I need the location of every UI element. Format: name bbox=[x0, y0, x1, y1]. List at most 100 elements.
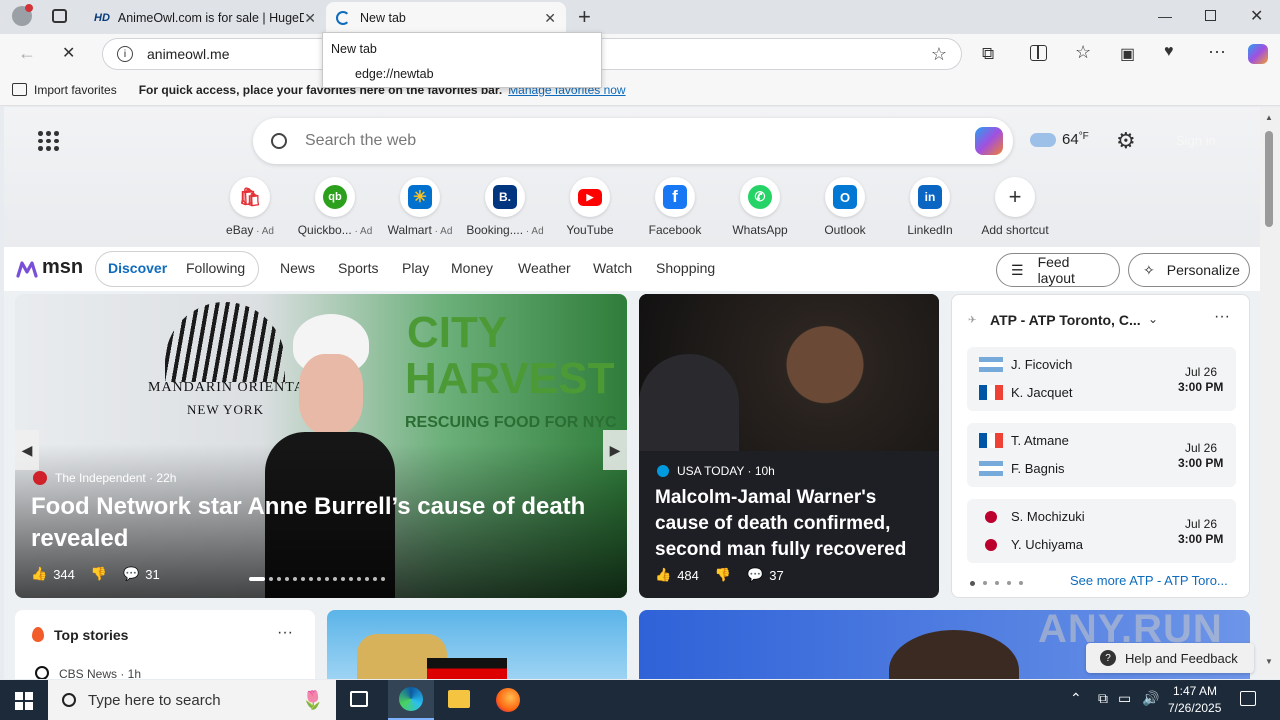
extensions-icon[interactable]: ⧉ bbox=[982, 44, 994, 64]
nav-sports[interactable]: Sports bbox=[338, 260, 378, 276]
taskbar-search-box[interactable]: Type here to search 🌷 bbox=[48, 680, 336, 720]
tournament-title[interactable]: ATP - ATP Toronto, C... bbox=[990, 312, 1141, 328]
tab-discover[interactable]: Discover bbox=[108, 260, 167, 276]
shortcut-outlook[interactable]: O Outlook bbox=[805, 177, 885, 237]
nav-play[interactable]: Play bbox=[402, 260, 429, 276]
shortcut-ebay[interactable]: 🛍 eBay · Ad bbox=[210, 177, 290, 237]
msn-brand[interactable]: msn bbox=[42, 256, 83, 279]
show-hidden-icons-chevron-icon[interactable]: ⌃ bbox=[1070, 690, 1082, 707]
taskbar-time[interactable]: 1:47 AM bbox=[1173, 684, 1217, 698]
sign-in-button[interactable]: Sign in bbox=[1176, 133, 1216, 148]
scroll-down-arrow[interactable]: ▼ bbox=[1265, 657, 1273, 666]
match-row[interactable]: T. Atmane F. Bagnis Jul 26 3:00 PM bbox=[967, 423, 1236, 487]
more-options-icon[interactable]: ··· bbox=[1214, 308, 1230, 326]
see-more-link[interactable]: See more ATP - ATP Toro... bbox=[1070, 573, 1228, 588]
address-text[interactable]: animeowl.me bbox=[147, 46, 229, 62]
copilot-search-icon[interactable] bbox=[975, 127, 1003, 155]
comment-icon[interactable]: 💬 bbox=[123, 566, 139, 582]
copilot-icon[interactable] bbox=[1248, 44, 1268, 64]
like-icon[interactable]: 👍 bbox=[31, 566, 47, 582]
shortcut-facebook[interactable]: f Facebook bbox=[635, 177, 715, 237]
nav-watch[interactable]: Watch bbox=[593, 260, 632, 276]
shortcut-linkedin[interactable]: in LinkedIn bbox=[890, 177, 970, 237]
shortcut-whatsapp[interactable]: ✆ WhatsApp bbox=[720, 177, 800, 237]
tab-close-icon[interactable]: ✕ bbox=[544, 10, 556, 27]
web-search-box[interactable]: Search the web bbox=[253, 118, 1013, 164]
edge-taskbar-icon[interactable] bbox=[388, 680, 434, 720]
tab-new-tab[interactable]: New tab ✕ bbox=[326, 2, 566, 34]
split-screen-icon[interactable] bbox=[1030, 45, 1047, 61]
browser-essentials-icon[interactable]: ♥ bbox=[1164, 43, 1174, 61]
scrollbar-thumb[interactable] bbox=[1265, 131, 1273, 227]
nav-weather[interactable]: Weather bbox=[518, 260, 571, 276]
favorites-icon[interactable]: ☆ bbox=[1075, 42, 1091, 63]
close-window-button[interactable]: ✕ bbox=[1250, 6, 1263, 26]
match-row[interactable]: S. Mochizuki Y. Uchiyama Jul 26 3:00 PM bbox=[967, 499, 1236, 563]
page-scrollbar[interactable]: ▲ ▼ bbox=[1260, 107, 1280, 679]
minimize-button[interactable]: — bbox=[1158, 8, 1172, 24]
wifi-icon[interactable]: ▭ bbox=[1118, 690, 1131, 707]
back-button[interactable]: ← bbox=[18, 43, 36, 64]
story-card-usatoday[interactable]: USA TODAY · 10h Malcolm-Jamal Warner's c… bbox=[639, 294, 939, 598]
like-icon[interactable]: 👍 bbox=[655, 567, 671, 583]
nav-money[interactable]: Money bbox=[451, 260, 493, 276]
new-tab-button[interactable]: + bbox=[578, 4, 591, 30]
shortcut-youtube[interactable]: ▶ YouTube bbox=[550, 177, 630, 237]
msn-logo-icon[interactable] bbox=[16, 260, 38, 278]
suggestion-title[interactable]: New tab bbox=[331, 42, 377, 56]
more-options-icon[interactable]: ··· bbox=[1208, 41, 1226, 62]
file-explorer-icon[interactable] bbox=[448, 690, 470, 708]
import-favorites-icon[interactable] bbox=[12, 83, 27, 96]
shortcut-booking[interactable]: B. Booking.... · Ad bbox=[465, 177, 545, 237]
more-options-icon[interactable]: ··· bbox=[277, 624, 293, 642]
nav-news[interactable]: News bbox=[280, 260, 315, 276]
dislike-icon[interactable]: 👎 bbox=[715, 567, 731, 583]
volume-icon[interactable]: 🔊 bbox=[1142, 690, 1159, 707]
tab-close-icon[interactable]: ✕ bbox=[304, 10, 316, 27]
story-source: CBS News · 1h bbox=[59, 667, 142, 679]
comment-icon[interactable]: 💬 bbox=[747, 567, 763, 583]
story-card-germany[interactable] bbox=[327, 610, 627, 679]
site-info-icon[interactable]: i bbox=[117, 46, 133, 62]
profile-icon[interactable] bbox=[12, 4, 33, 26]
nav-shopping[interactable]: Shopping bbox=[656, 260, 715, 276]
new-tab-page: Search the web 64 °F ⚙ Sign in 🛍 eBay · … bbox=[4, 107, 1260, 679]
feed-layout-button[interactable]: ☰ Feed layout bbox=[996, 253, 1120, 287]
tab-animeowl[interactable]: HD AnimeOwl.com is for sale | HugeD ✕ bbox=[84, 2, 326, 34]
apps-launcher-icon[interactable] bbox=[38, 131, 59, 151]
add-shortcut-button[interactable]: + Add shortcut bbox=[975, 177, 1055, 237]
taskbar-date[interactable]: 7/26/2025 bbox=[1168, 701, 1221, 715]
story-headline[interactable]: Malcolm-Jamal Warner's cause of death co… bbox=[655, 485, 923, 563]
shortcut-quickbooks[interactable]: qb Quickbo... · Ad bbox=[295, 177, 375, 237]
stop-loading-button[interactable]: ✕ bbox=[62, 43, 75, 63]
tab-following[interactable]: Following bbox=[186, 260, 245, 276]
firefox-icon[interactable] bbox=[496, 688, 520, 712]
windows-start-icon[interactable] bbox=[15, 692, 33, 710]
match-row[interactable]: J. Ficovich K. Jacquet Jul 26 3:00 PM bbox=[967, 347, 1236, 411]
collections-icon[interactable]: ▣ bbox=[1120, 44, 1135, 64]
carousel-next-button[interactable]: ▶ bbox=[603, 430, 627, 470]
suggestion-url[interactable]: edge://newtab bbox=[355, 67, 434, 81]
france-flag-icon bbox=[979, 385, 1003, 400]
quickbooks-icon: qb bbox=[315, 177, 355, 217]
notifications-icon[interactable] bbox=[1240, 691, 1256, 706]
shortcut-walmart[interactable]: ✳ Walmart · Ad bbox=[380, 177, 460, 237]
carousel-prev-button[interactable]: ◀ bbox=[15, 430, 39, 470]
hero-story-card[interactable]: MANDARIN ORIENTAL NEW YORK CITY HARVEST … bbox=[15, 294, 627, 598]
restore-button[interactable] bbox=[1205, 10, 1216, 21]
chevron-down-icon[interactable]: ⌄ bbox=[1148, 312, 1158, 326]
dislike-icon[interactable]: 👎 bbox=[91, 566, 107, 582]
hero-headline[interactable]: Food Network star Anne Burrell’s cause o… bbox=[31, 491, 601, 555]
tab-actions-icon[interactable] bbox=[52, 9, 67, 23]
search-placeholder[interactable]: Search the web bbox=[305, 132, 416, 150]
favorite-star-icon[interactable]: ☆ bbox=[931, 44, 947, 65]
task-view-icon[interactable] bbox=[350, 691, 368, 707]
taskbar-search-placeholder[interactable]: Type here to search bbox=[88, 692, 221, 709]
help-feedback-button[interactable]: ? Help and Feedback bbox=[1086, 643, 1254, 673]
personalize-button[interactable]: ✧ Personalize bbox=[1128, 253, 1250, 287]
network-icon[interactable]: ⧉ bbox=[1098, 690, 1108, 707]
weather-widget[interactable]: 64 °F bbox=[1030, 131, 1089, 148]
settings-gear-icon[interactable]: ⚙ bbox=[1116, 128, 1136, 154]
scroll-up-arrow[interactable]: ▲ bbox=[1265, 113, 1273, 122]
import-favorites-button[interactable]: Import favorites bbox=[34, 83, 117, 97]
